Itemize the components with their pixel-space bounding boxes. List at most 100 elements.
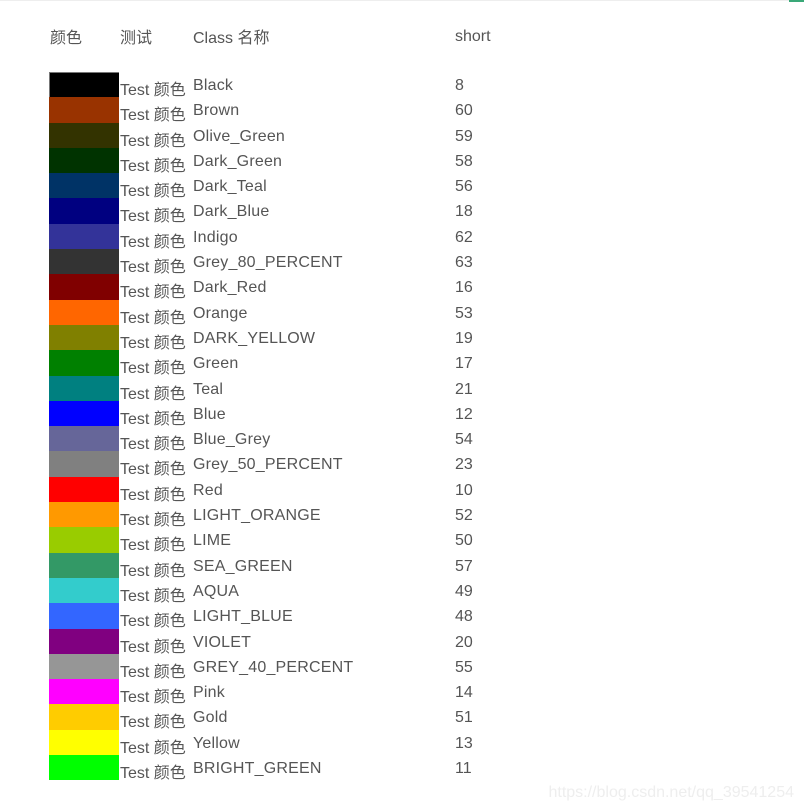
cell-short: 12 [455, 405, 473, 423]
table-row: Test 颜色 LIGHT_ORANGE 52 [0, 502, 804, 529]
color-swatch [49, 375, 119, 401]
table-row: Test 颜色 Dark_Blue 18 [0, 198, 804, 225]
cell-class-name: Olive_Green [193, 127, 286, 145]
cell-class-name: SEA_GREEN [193, 557, 293, 575]
top-divider [0, 0, 804, 1]
color-swatch [49, 350, 119, 376]
cell-short: 16 [455, 279, 473, 297]
cell-short: 56 [455, 178, 473, 196]
cell-class-name: Dark_Red [193, 279, 267, 297]
cell-class-name: Dark_Blue [193, 203, 270, 221]
color-swatch [49, 628, 119, 654]
table-row: Test 颜色 GREY_40_PERCENT 55 [0, 653, 804, 681]
table-row: Test 颜色 AQUA 49 [0, 577, 804, 605]
color-swatch [49, 603, 119, 629]
cell-class-name: Green [193, 355, 239, 373]
color-swatch [49, 653, 119, 680]
cell-test: Test 颜色 [120, 765, 186, 783]
table-row: Test 颜色 Dark_Teal 56 [0, 173, 804, 200]
table-row: Test 颜色 Pink 14 [0, 679, 804, 706]
cell-class-name: LIME [193, 532, 232, 550]
table-header: 颜色 测试 Class 名称 short [0, 24, 804, 48]
color-swatch [49, 173, 119, 199]
cell-class-name: Red [193, 481, 223, 499]
cell-short: 23 [455, 456, 473, 474]
cell-short: 18 [455, 203, 473, 221]
table-row: Test 颜色 Dark_Green 58 [0, 147, 804, 175]
header-color: 颜色 [50, 30, 83, 47]
cell-class-name: VIOLET [193, 633, 252, 651]
table-row: Test 颜色 LIGHT_BLUE 48 [0, 603, 804, 630]
color-swatch [49, 249, 119, 275]
table-row: Test 颜色 Green 17 [0, 350, 804, 377]
color-swatch [49, 299, 119, 325]
cell-short: 57 [455, 557, 473, 575]
cell-short: 14 [455, 684, 473, 702]
cell-class-name: Black [193, 77, 234, 94]
color-swatch [49, 704, 119, 730]
cell-short: 53 [455, 304, 473, 322]
color-swatch [49, 223, 119, 250]
table-row: Test 颜色 DARK_YELLOW 19 [0, 324, 804, 352]
cell-short: 10 [455, 481, 473, 499]
color-swatch [49, 476, 119, 503]
color-swatch [49, 679, 119, 705]
cell-class-name: LIGHT_ORANGE [193, 507, 321, 525]
cell-class-name: Brown [193, 102, 240, 120]
table-row: Test 颜色 Blue 12 [0, 400, 804, 428]
cell-short: 62 [455, 228, 473, 246]
cell-short: 48 [455, 608, 473, 626]
color-swatch [49, 502, 119, 528]
color-swatch [49, 729, 119, 756]
color-swatch [49, 552, 119, 578]
table-row: Test 颜色 Grey_80_PERCENT 63 [0, 249, 804, 276]
header-short: short [455, 28, 491, 45]
table-row: Test 颜色 Black 8 [0, 72, 804, 99]
cell-class-name: AQUA [193, 582, 240, 600]
header-test: 测试 [120, 30, 153, 47]
color-swatch [49, 274, 119, 300]
color-swatch [49, 400, 119, 427]
color-swatch [49, 755, 119, 781]
cell-short: 54 [455, 431, 473, 449]
cell-short: 59 [455, 127, 473, 145]
cell-class-name: Dark_Teal [193, 178, 267, 196]
cell-class-name: Orange [193, 304, 248, 322]
cell-short: 52 [455, 507, 473, 525]
cell-class-name: BRIGHT_GREEN [193, 760, 322, 778]
table-row: Test 颜色 BRIGHT_GREEN 11 [0, 755, 804, 783]
header-class-name: Class 名称 [193, 30, 270, 47]
cell-short: 63 [455, 254, 473, 272]
color-swatch [49, 577, 119, 604]
cell-class-name: Gold [193, 709, 228, 727]
table-row: Test 颜色 Grey_50_PERCENT 23 [0, 451, 804, 478]
color-swatch [49, 324, 119, 351]
table-row: Test 颜色 Yellow 13 [0, 729, 804, 757]
table-row: Test 颜色 Olive_Green 59 [0, 122, 804, 150]
cell-class-name: LIGHT_BLUE [193, 608, 293, 626]
cell-short: 8 [455, 77, 464, 94]
table-row: Test 颜色 SEA_GREEN 57 [0, 552, 804, 580]
cell-short: 21 [455, 380, 473, 398]
table-row: Test 颜色 Red 10 [0, 476, 804, 504]
table-row: Test 颜色 Indigo 62 [0, 223, 804, 251]
cell-class-name: GREY_40_PERCENT [193, 658, 354, 676]
cell-short: 60 [455, 102, 473, 120]
cell-class-name: Blue_Grey [193, 431, 271, 449]
color-swatch [49, 97, 119, 123]
cell-class-name: Grey_80_PERCENT [193, 254, 343, 272]
color-swatch [49, 527, 119, 553]
table-row: Test 颜色 Dark_Red 16 [0, 274, 804, 301]
watermark: https://blog.csdn.net/qq_39541254 [548, 784, 794, 801]
cell-class-name: Dark_Green [193, 152, 283, 170]
color-swatch [49, 72, 119, 98]
cell-class-name: Yellow [193, 734, 240, 752]
cell-short: 20 [455, 633, 473, 651]
cell-class-name: DARK_YELLOW [193, 329, 316, 347]
cell-short: 51 [455, 709, 473, 727]
cell-short: 49 [455, 582, 473, 600]
cell-class-name: Pink [193, 684, 225, 702]
table-row: Test 颜色 Orange 53 [0, 299, 804, 327]
cell-class-name: Blue [193, 405, 226, 423]
cell-short: 50 [455, 532, 473, 550]
